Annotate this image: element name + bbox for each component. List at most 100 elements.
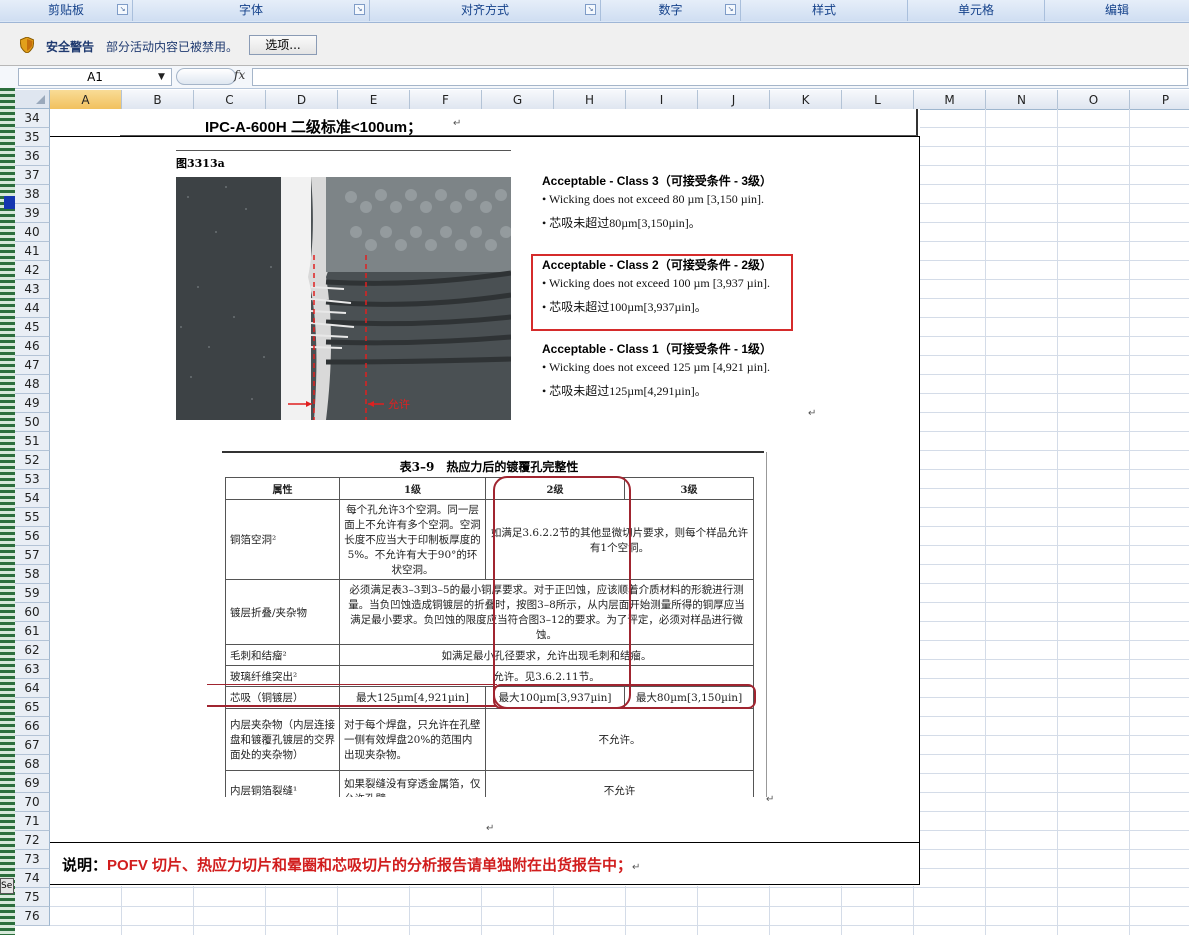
- ribbon-group-cells[interactable]: 单元格: [908, 0, 1045, 21]
- row-header[interactable]: 38: [15, 185, 50, 204]
- row-header[interactable]: 64: [15, 679, 50, 698]
- row-header[interactable]: 72: [15, 831, 50, 850]
- ribbon-group-label: 样式: [811, 3, 836, 17]
- row-header[interactable]: 62: [15, 641, 50, 660]
- chevron-down-icon[interactable]: ▼: [158, 72, 165, 82]
- ribbon-group-alignment[interactable]: 对齐方式 ↘: [370, 0, 601, 21]
- column-header-i[interactable]: I: [626, 90, 698, 109]
- column-header-l[interactable]: L: [842, 90, 914, 109]
- row-header[interactable]: 46: [15, 337, 50, 356]
- row-header[interactable]: 42: [15, 261, 50, 280]
- table-cell: 内层夹杂物（内层连接盘和镀覆孔镀层的交界面处的夹杂物）: [225, 708, 340, 771]
- dialog-launcher-icon[interactable]: ↘: [585, 4, 596, 15]
- row-header[interactable]: 59: [15, 584, 50, 603]
- column-header-p[interactable]: P: [1130, 90, 1189, 109]
- row-header[interactable]: 52: [15, 451, 50, 470]
- row-header[interactable]: 34: [15, 109, 50, 128]
- column-header-n[interactable]: N: [986, 90, 1058, 109]
- column-header-m[interactable]: M: [914, 90, 986, 109]
- formula-bar: A1 ▼ fx: [0, 66, 1189, 89]
- options-button[interactable]: 选项...: [249, 35, 317, 55]
- document-title: IPC-A-600H 二级标准<100um；: [205, 119, 423, 136]
- row-header[interactable]: 65: [15, 698, 50, 717]
- row-header[interactable]: 53: [15, 470, 50, 489]
- column-header-c[interactable]: C: [194, 90, 266, 109]
- table-row: 内层铜箔裂缝¹ 如果裂缝没有穿透金属箔，仅允许孔壁一 不允许: [225, 770, 754, 797]
- formula-bar-expander[interactable]: [176, 68, 236, 85]
- table-cell: 每个孔允许3个空洞。同一层面上不允许有多个空洞。空洞长度不应当大于印制板厚度的5…: [339, 499, 486, 580]
- row-header[interactable]: 57: [15, 546, 50, 565]
- acceptance-line-cn: • 芯吸未超过80µm[3,150µin]。: [542, 216, 701, 230]
- row-header[interactable]: 44: [15, 299, 50, 318]
- dialog-launcher-icon[interactable]: ↘: [117, 4, 128, 15]
- ribbon-group-editing[interactable]: 编辑: [1045, 0, 1189, 21]
- row-header[interactable]: 76: [15, 907, 50, 926]
- name-box[interactable]: A1: [18, 68, 172, 86]
- paragraph-mark: ↵: [632, 862, 641, 873]
- sheet-tab-fragment[interactable]: Se: [0, 878, 14, 894]
- column-header-b[interactable]: B: [122, 90, 194, 109]
- ribbon-group-font[interactable]: 字体 ↘: [133, 0, 370, 21]
- ribbon-group-label: 数字: [658, 3, 683, 17]
- row-header[interactable]: 73: [15, 850, 50, 869]
- row-header[interactable]: 48: [15, 375, 50, 394]
- row-header[interactable]: 56: [15, 527, 50, 546]
- row-header[interactable]: 50: [15, 413, 50, 432]
- column-header-k[interactable]: K: [770, 90, 842, 109]
- row-header[interactable]: 71: [15, 812, 50, 831]
- select-all-triangle-icon: [36, 95, 45, 104]
- column-header-f[interactable]: F: [410, 90, 482, 109]
- row-header[interactable]: 67: [15, 736, 50, 755]
- ribbon-group-clipboard[interactable]: 剪贴板 ↘: [0, 0, 133, 21]
- row-header[interactable]: 60: [15, 603, 50, 622]
- table-top-rule: [222, 451, 764, 453]
- ribbon-group-label: 单元格: [957, 3, 994, 17]
- column-header-h[interactable]: H: [554, 90, 626, 109]
- row-header[interactable]: 49: [15, 394, 50, 413]
- row-header[interactable]: 61: [15, 622, 50, 641]
- table-cell: 镀层折叠/夹杂物: [225, 579, 340, 645]
- column-header-g[interactable]: G: [482, 90, 554, 109]
- row-header[interactable]: 66: [15, 717, 50, 736]
- column-header-a[interactable]: A: [50, 90, 122, 109]
- dialog-launcher-icon[interactable]: ↘: [354, 4, 365, 15]
- ribbon-group-label: 对齐方式: [460, 3, 509, 17]
- row-header[interactable]: 68: [15, 755, 50, 774]
- row-header[interactable]: 70: [15, 793, 50, 812]
- column-header-o[interactable]: O: [1058, 90, 1130, 109]
- acceptance-heading: Acceptable - Class 1（可接受条件 - 1级）: [542, 342, 773, 356]
- acceptance-line-en: • Wicking does not exceed 125 µm [4,921 …: [542, 360, 770, 374]
- window-frame-strip: [0, 88, 15, 935]
- security-warning-message: 部分活动内容已被禁用。: [106, 40, 239, 54]
- row-header[interactable]: 40: [15, 223, 50, 242]
- row-header[interactable]: 41: [15, 242, 50, 261]
- ribbon-group-label: 剪贴板: [47, 3, 84, 17]
- table-header: 3级: [624, 477, 754, 500]
- table-cell: 内层铜箔裂缝¹: [225, 770, 340, 797]
- row-header[interactable]: 58: [15, 565, 50, 584]
- ribbon-group-styles[interactable]: 样式: [741, 0, 908, 21]
- column-header-e[interactable]: E: [338, 90, 410, 109]
- dialog-launcher-icon[interactable]: ↘: [725, 4, 736, 15]
- formula-input[interactable]: [252, 68, 1188, 86]
- row-header[interactable]: 55: [15, 508, 50, 527]
- row-header[interactable]: 43: [15, 280, 50, 299]
- row-header[interactable]: 45: [15, 318, 50, 337]
- row-header[interactable]: 69: [15, 774, 50, 793]
- row-header[interactable]: 47: [15, 356, 50, 375]
- column-header-j[interactable]: J: [698, 90, 770, 109]
- ribbon-group-number[interactable]: 数字 ↘: [601, 0, 741, 21]
- row-header[interactable]: 51: [15, 432, 50, 451]
- row-header[interactable]: 63: [15, 660, 50, 679]
- row-header[interactable]: 37: [15, 166, 50, 185]
- row-header[interactable]: 39: [15, 204, 50, 223]
- table-title: 表3–9 热应力后的镀覆孔完整性: [399, 460, 579, 474]
- wicking-underline: [207, 705, 497, 707]
- row-header[interactable]: 75: [15, 888, 50, 907]
- row-header[interactable]: 36: [15, 147, 50, 166]
- row-header[interactable]: 54: [15, 489, 50, 508]
- column-header-d[interactable]: D: [266, 90, 338, 109]
- row-header[interactable]: 35: [15, 128, 50, 147]
- insert-function-icon[interactable]: fx: [234, 68, 245, 82]
- row-header[interactable]: 74: [15, 869, 50, 888]
